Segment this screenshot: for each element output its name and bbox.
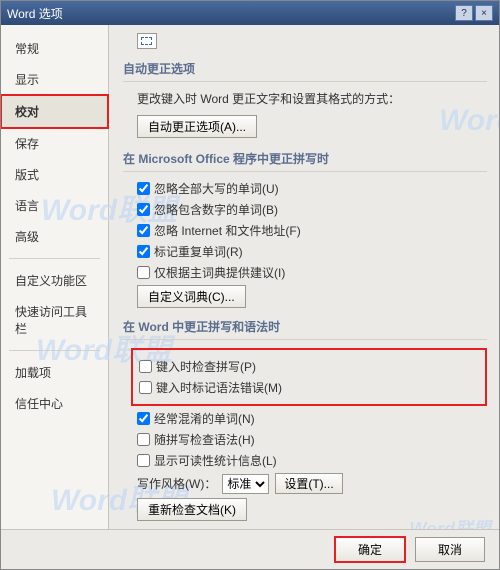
sidebar-item-general[interactable]: 常规: [1, 33, 108, 64]
ignore-internet-label: 忽略 Internet 和文件地址(F): [154, 222, 301, 239]
ignore-numbers-label: 忽略包含数字的单词(B): [154, 201, 278, 218]
content-pane: Word联盟 Word联盟 Word联盟 自动更正选项 更改键入时 Word 更…: [109, 25, 499, 529]
help-button[interactable]: ?: [455, 5, 473, 21]
autocorrect-options-button[interactable]: 自动更正选项(A)...: [137, 115, 257, 138]
ignore-numbers-checkbox[interactable]: [137, 203, 150, 216]
section-office-title: 在 Microsoft Office 程序中更正拼写时: [123, 150, 487, 172]
check-grammar-with-spelling-label: 随拼写检查语法(H): [154, 431, 255, 448]
word-options-window: Word 选项 ? × Word联盟 Word联盟 Word联盟 常规 显示 校…: [0, 0, 500, 570]
sidebar-item-advanced[interactable]: 高级: [1, 221, 108, 252]
main-dict-only-label: 仅根据主词典提供建议(I): [154, 264, 285, 281]
sidebar-item-addins[interactable]: 加载项: [1, 357, 108, 388]
sidebar-item-language[interactable]: 语言: [1, 190, 108, 221]
layout-icon: [137, 33, 157, 49]
cancel-button[interactable]: 取消: [415, 537, 485, 562]
sidebar-item-trust-center[interactable]: 信任中心: [1, 388, 108, 419]
main-dict-only-checkbox[interactable]: [137, 266, 150, 279]
custom-dictionaries-button[interactable]: 自定义词典(C)...: [137, 285, 246, 308]
writing-style-select[interactable]: 标准: [222, 474, 269, 494]
writing-style-label: 写作风格(W)：: [137, 475, 216, 492]
confused-words-checkbox[interactable]: [137, 412, 150, 425]
sidebar-item-qat[interactable]: 快速访问工具栏: [1, 296, 108, 344]
check-grammar-with-spelling-checkbox[interactable]: [137, 433, 150, 446]
sidebar-item-customize-ribbon[interactable]: 自定义功能区: [1, 265, 108, 296]
sidebar-item-display[interactable]: 显示: [1, 64, 108, 95]
window-title: Word 选项: [7, 5, 63, 22]
check-spelling-typing-label: 键入时检查拼写(P): [156, 358, 256, 375]
ignore-internet-checkbox[interactable]: [137, 224, 150, 237]
close-button[interactable]: ×: [475, 5, 493, 21]
ignore-uppercase-label: 忽略全部大写的单词(U): [154, 180, 279, 197]
sidebar-separator: [9, 258, 100, 259]
ok-button[interactable]: 确定: [335, 537, 405, 562]
autocorrect-text: 更改键入时 Word 更正文字和设置其格式的方式：: [137, 90, 400, 107]
sidebar-item-save[interactable]: 保存: [1, 128, 108, 159]
sidebar-item-proofing[interactable]: 校对: [1, 95, 108, 128]
sidebar: Word联盟 Word联盟 Word联盟 常规 显示 校对 保存 版式 语言 高…: [1, 25, 109, 529]
flag-repeated-label: 标记重复单词(R): [154, 243, 243, 260]
dialog-footer: 确定 取消: [1, 529, 499, 569]
highlight-box-spellgrammar: 键入时检查拼写(P) 键入时标记语法错误(M): [131, 348, 487, 406]
readability-stats-label: 显示可读性统计信息(L): [154, 452, 277, 469]
mark-grammar-typing-checkbox[interactable]: [139, 381, 152, 394]
confused-words-label: 经常混淆的单词(N): [154, 410, 255, 427]
titlebar: Word 选项 ? ×: [1, 1, 499, 25]
sidebar-separator: [9, 350, 100, 351]
flag-repeated-checkbox[interactable]: [137, 245, 150, 258]
section-wordproof-title: 在 Word 中更正拼写和语法时: [123, 318, 487, 340]
sidebar-item-layout[interactable]: 版式: [1, 159, 108, 190]
section-autocorrect-title: 自动更正选项: [123, 60, 487, 82]
recheck-document-button[interactable]: 重新检查文档(K): [137, 498, 247, 521]
check-spelling-typing-checkbox[interactable]: [139, 360, 152, 373]
mark-grammar-typing-label: 键入时标记语法错误(M): [156, 379, 282, 396]
writing-style-settings-button[interactable]: 设置(T)...: [275, 473, 342, 494]
readability-stats-checkbox[interactable]: [137, 454, 150, 467]
ignore-uppercase-checkbox[interactable]: [137, 182, 150, 195]
